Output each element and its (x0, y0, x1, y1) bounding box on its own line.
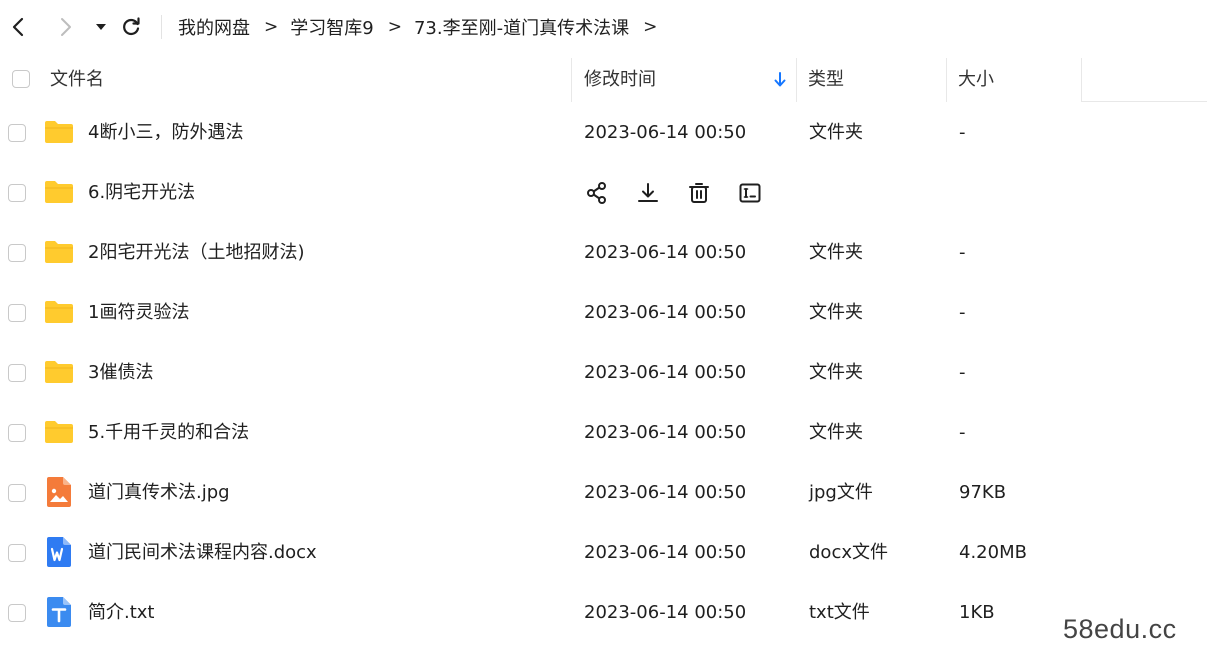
image-file-icon (42, 475, 76, 509)
rename-icon (739, 183, 760, 203)
breadcrumb-separator[interactable]: > (643, 17, 657, 37)
share-icon (586, 182, 606, 204)
file-size: 97KB (959, 482, 1007, 503)
nav-divider (161, 15, 162, 39)
file-name[interactable]: 6.阴宅开光法 (88, 163, 195, 223)
file-size: - (959, 422, 966, 443)
file-modified-date: 2023-06-14 00:50 (584, 602, 747, 623)
header-divider (1081, 101, 1207, 102)
navigation-bar: 我的网盘 > 学习智库9 > 73.李至刚-道门真传术法课 > (0, 0, 1207, 54)
row-checkbox[interactable] (8, 304, 26, 322)
file-row[interactable]: 2阳宅开光法（土地招财法) 2023-06-14 00:50 文件夹 - (0, 223, 1207, 283)
column-header-name[interactable]: 文件名 (50, 58, 104, 102)
file-size: 1KB (959, 602, 995, 623)
file-type: docx文件 (809, 542, 888, 563)
file-type: 文件夹 (809, 422, 863, 443)
column-divider[interactable] (1081, 58, 1082, 102)
share-button[interactable] (583, 180, 610, 206)
file-name[interactable]: 道门民间术法课程内容.docx (88, 523, 317, 583)
file-size: - (959, 242, 966, 263)
column-header-size[interactable]: 大小 (958, 58, 994, 102)
file-row[interactable]: 3催债法 2023-06-14 00:50 文件夹 - (0, 343, 1207, 403)
breadcrumb-item-current-folder[interactable]: 73.李至刚-道门真传术法课 (414, 14, 629, 40)
folder-icon (42, 415, 76, 449)
file-row[interactable]: 简介.txt 2023-06-14 00:50 txt文件 1KB (0, 583, 1207, 643)
file-type: 文件夹 (809, 302, 863, 323)
column-divider[interactable] (946, 58, 947, 102)
folder-icon (42, 235, 76, 269)
rename-button[interactable] (736, 180, 763, 206)
delete-button[interactable] (685, 180, 712, 206)
forward-button[interactable] (52, 14, 78, 40)
file-name[interactable]: 4断小三，防外遇法 (88, 103, 243, 163)
download-icon (637, 183, 658, 202)
file-size: - (959, 362, 966, 383)
file-modified-date: 2023-06-14 00:50 (584, 542, 747, 563)
row-checkbox[interactable] (8, 124, 26, 142)
file-type: txt文件 (809, 602, 870, 623)
column-divider[interactable] (796, 58, 797, 102)
row-checkbox[interactable] (8, 424, 26, 442)
row-checkbox[interactable] (8, 604, 26, 622)
file-modified-date: 2023-06-14 00:50 (584, 422, 747, 443)
breadcrumb-separator: > (387, 17, 402, 37)
file-type: 文件夹 (809, 122, 863, 143)
back-button[interactable] (6, 14, 32, 40)
file-modified-date: 2023-06-14 00:50 (584, 362, 747, 383)
column-header-modified[interactable]: 修改时间 (584, 58, 656, 102)
select-all-checkbox[interactable] (12, 70, 30, 88)
column-header-type[interactable]: 类型 (808, 58, 844, 102)
breadcrumb-item-library[interactable]: 学习智库9 (290, 14, 373, 40)
row-checkbox[interactable] (8, 484, 26, 502)
caret-down-icon (96, 24, 106, 30)
folder-icon (42, 295, 76, 329)
file-modified-date: 2023-06-14 00:50 (584, 242, 747, 263)
column-divider[interactable] (571, 58, 572, 102)
file-modified-date: 2023-06-14 00:50 (584, 482, 747, 503)
file-name[interactable]: 3催债法 (88, 343, 153, 403)
sort-descending-icon[interactable] (773, 72, 787, 88)
folder-icon (42, 175, 76, 209)
folder-icon (42, 115, 76, 149)
text-file-icon (42, 595, 76, 629)
row-checkbox[interactable] (8, 244, 26, 262)
file-type: 文件夹 (809, 362, 863, 383)
file-name[interactable]: 1画符灵验法 (88, 283, 189, 343)
row-checkbox[interactable] (8, 184, 26, 202)
file-name[interactable]: 道门真传术法.jpg (88, 463, 230, 523)
chevron-right-icon (61, 18, 71, 36)
file-row[interactable]: 道门民间术法课程内容.docx 2023-06-14 00:50 docx文件 … (0, 523, 1207, 583)
file-type: 文件夹 (809, 242, 863, 263)
file-modified-date: 2023-06-14 00:50 (584, 122, 747, 143)
file-size: - (959, 302, 966, 323)
file-list-header: 文件名 修改时间 类型 大小 (0, 58, 1207, 102)
refresh-button[interactable] (118, 14, 144, 40)
watermark-text: 58edu.cc (1063, 614, 1177, 644)
refresh-icon (123, 17, 140, 36)
file-row[interactable]: 4断小三，防外遇法 2023-06-14 00:50 文件夹 - (0, 103, 1207, 163)
file-row[interactable]: 1画符灵验法 2023-06-14 00:50 文件夹 - (0, 283, 1207, 343)
breadcrumb: 我的网盘 > 学习智库9 > 73.李至刚-道门真传术法课 > (178, 14, 669, 40)
file-size: - (959, 122, 966, 143)
file-modified-date: 2023-06-14 00:50 (584, 302, 747, 323)
history-dropdown-button[interactable] (88, 14, 114, 40)
file-name[interactable]: 5.千用千灵的和合法 (88, 403, 249, 463)
file-type: jpg文件 (809, 482, 873, 503)
file-row[interactable]: 5.千用千灵的和合法 2023-06-14 00:50 文件夹 - (0, 403, 1207, 463)
chevron-left-icon (12, 17, 24, 37)
file-name[interactable]: 简介.txt (88, 583, 155, 643)
folder-icon (42, 355, 76, 389)
file-name[interactable]: 2阳宅开光法（土地招财法) (88, 223, 304, 283)
row-hover-actions (583, 180, 763, 206)
row-checkbox[interactable] (8, 544, 26, 562)
delete-icon (688, 183, 709, 203)
file-row[interactable]: 6.阴宅开光法 (0, 163, 1207, 223)
breadcrumb-item-my-drive[interactable]: 我的网盘 (178, 14, 250, 40)
breadcrumb-separator: > (264, 17, 279, 37)
file-size: 4.20MB (959, 542, 1027, 563)
row-checkbox[interactable] (8, 364, 26, 382)
download-button[interactable] (634, 180, 661, 206)
word-file-icon (42, 535, 76, 569)
file-row[interactable]: 道门真传术法.jpg 2023-06-14 00:50 jpg文件 97KB (0, 463, 1207, 523)
